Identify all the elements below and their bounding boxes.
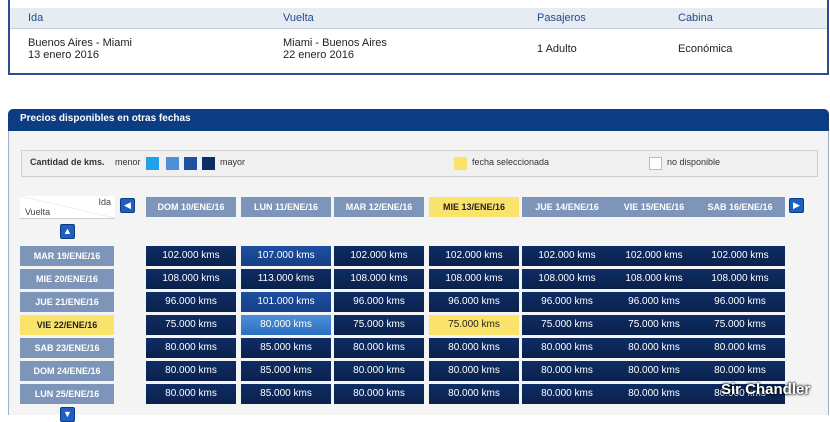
chevron-left-icon[interactable]: ◀ [120,198,135,213]
price-cell[interactable]: 96.000 kms [334,292,424,312]
legend-swatch-selected [454,157,467,170]
corner-ida-label: Ida [98,197,111,207]
price-cell[interactable]: 96.000 kms [429,292,519,312]
ida-route: Buenos Aires - Miami [28,37,132,49]
price-cell[interactable]: 108.000 kms [695,269,785,289]
price-cell[interactable]: 113.000 kms [241,269,331,289]
price-cell[interactable]: 102.000 kms [429,246,519,266]
flight-summary: Ida Vuelta Pasajeros Cabina Buenos Aires… [8,0,829,75]
vuelta-date: 22 enero 2016 [283,49,354,61]
price-cell[interactable]: 75.000 kms [146,315,236,335]
price-cell[interactable]: 108.000 kms [522,269,612,289]
price-cell[interactable]: 102.000 kms [695,246,785,266]
price-cell[interactable]: 80.000 kms [522,384,612,404]
row-header-3[interactable]: VIE 22/ENE/16 [20,315,114,335]
price-cell[interactable]: 101.000 kms [241,292,331,312]
price-cell[interactable]: 80.000 kms [429,361,519,381]
price-cell[interactable]: 108.000 kms [609,269,699,289]
price-cell[interactable]: 75.000 kms [429,315,519,335]
row-header-6[interactable]: LUN 25/ENE/16 [20,384,114,404]
legend-swatch-3 [184,157,197,170]
price-cell[interactable]: 80.000 kms [429,338,519,358]
chevron-up-icon[interactable]: ▲ [60,224,75,239]
price-cell[interactable]: 80.000 kms [146,338,236,358]
price-cell[interactable]: 75.000 kms [695,315,785,335]
row-header-0[interactable]: MAR 19/ENE/16 [20,246,114,266]
legend-mayor: mayor [220,157,246,167]
watermark: Sir Chandler [721,381,811,398]
price-cell[interactable]: 96.000 kms [146,292,236,312]
column-header-3[interactable]: MIE 13/ENE/16 [429,197,519,217]
price-cell[interactable]: 80.000 kms [146,361,236,381]
ida-date: 13 enero 2016 [28,49,99,61]
column-header-1[interactable]: LUN 11/ENE/16 [241,197,331,217]
price-cell[interactable]: 80.000 kms [522,338,612,358]
legend: Cantidad de kms. menor mayor fecha selec… [21,150,818,177]
price-cell[interactable]: 102.000 kms [609,246,699,266]
legend-unavailable-label: no disponible [667,157,721,167]
price-cell[interactable]: 80.000 kms [241,315,331,335]
row-header-2[interactable]: JUE 21/ENE/16 [20,292,114,312]
row-header-5[interactable]: DOM 24/ENE/16 [20,361,114,381]
legend-swatch-2 [166,157,179,170]
summary-header-row: Ida Vuelta Pasajeros Cabina [10,8,827,29]
legend-swatch-1 [146,157,159,170]
column-header-0[interactable]: DOM 10/ENE/16 [146,197,236,217]
price-cell[interactable]: 80.000 kms [522,361,612,381]
column-header-5[interactable]: VIE 15/ENE/16 [609,197,699,217]
price-cell[interactable]: 85.000 kms [241,361,331,381]
column-header-6[interactable]: SAB 16/ENE/16 [695,197,785,217]
price-cell[interactable]: 75.000 kms [609,315,699,335]
price-cell[interactable]: 108.000 kms [429,269,519,289]
header-pasajeros: Pasajeros [537,12,586,24]
pasajeros-value: 1 Adulto [537,43,577,55]
prices-panel: Precios disponibles en otras fechas Cant… [8,109,829,422]
price-cell[interactable]: 80.000 kms [609,361,699,381]
header-cabina: Cabina [678,12,713,24]
panel-title: Precios disponibles en otras fechas [8,109,829,131]
price-cell[interactable]: 108.000 kms [334,269,424,289]
cabina-value: Económica [678,43,733,55]
price-cell[interactable]: 102.000 kms [334,246,424,266]
grid-corner: Ida Vuelta [20,196,115,219]
legend-menor: menor [115,157,141,167]
price-cell[interactable]: 102.000 kms [522,246,612,266]
price-cell[interactable]: 80.000 kms [334,384,424,404]
vuelta-route: Miami - Buenos Aires [283,37,387,49]
price-cell[interactable]: 75.000 kms [522,315,612,335]
price-cell[interactable]: 80.000 kms [146,384,236,404]
price-cell[interactable]: 80.000 kms [334,361,424,381]
corner-vuelta-label: Vuelta [25,207,51,217]
column-header-2[interactable]: MAR 12/ENE/16 [334,197,424,217]
price-cell[interactable]: 96.000 kms [695,292,785,312]
price-cell[interactable]: 107.000 kms [241,246,331,266]
price-cell[interactable]: 75.000 kms [334,315,424,335]
column-header-4[interactable]: JUE 14/ENE/16 [522,197,612,217]
chevron-right-icon[interactable]: ▶ [789,198,804,213]
price-cell[interactable]: 80.000 kms [609,338,699,358]
legend-title: Cantidad de kms. [30,157,105,167]
price-cell[interactable]: 102.000 kms [146,246,236,266]
price-cell[interactable]: 96.000 kms [609,292,699,312]
price-cell[interactable]: 108.000 kms [146,269,236,289]
row-header-4[interactable]: SAB 23/ENE/16 [20,338,114,358]
row-header-1[interactable]: MIE 20/ENE/16 [20,269,114,289]
legend-swatch-4 [202,157,215,170]
header-vuelta: Vuelta [283,12,314,24]
header-ida: Ida [28,12,44,24]
price-cell[interactable]: 80.000 kms [695,338,785,358]
price-cell[interactable]: 96.000 kms [522,292,612,312]
price-cell[interactable]: 80.000 kms [429,384,519,404]
price-cell[interactable]: 80.000 kms [609,384,699,404]
price-cell[interactable]: 85.000 kms [241,338,331,358]
legend-selected-label: fecha seleccionada [472,157,550,167]
price-cell[interactable]: 85.000 kms [241,384,331,404]
legend-swatch-unavailable [649,157,662,170]
price-cell[interactable]: 80.000 kms [695,361,785,381]
price-cell[interactable]: 80.000 kms [334,338,424,358]
